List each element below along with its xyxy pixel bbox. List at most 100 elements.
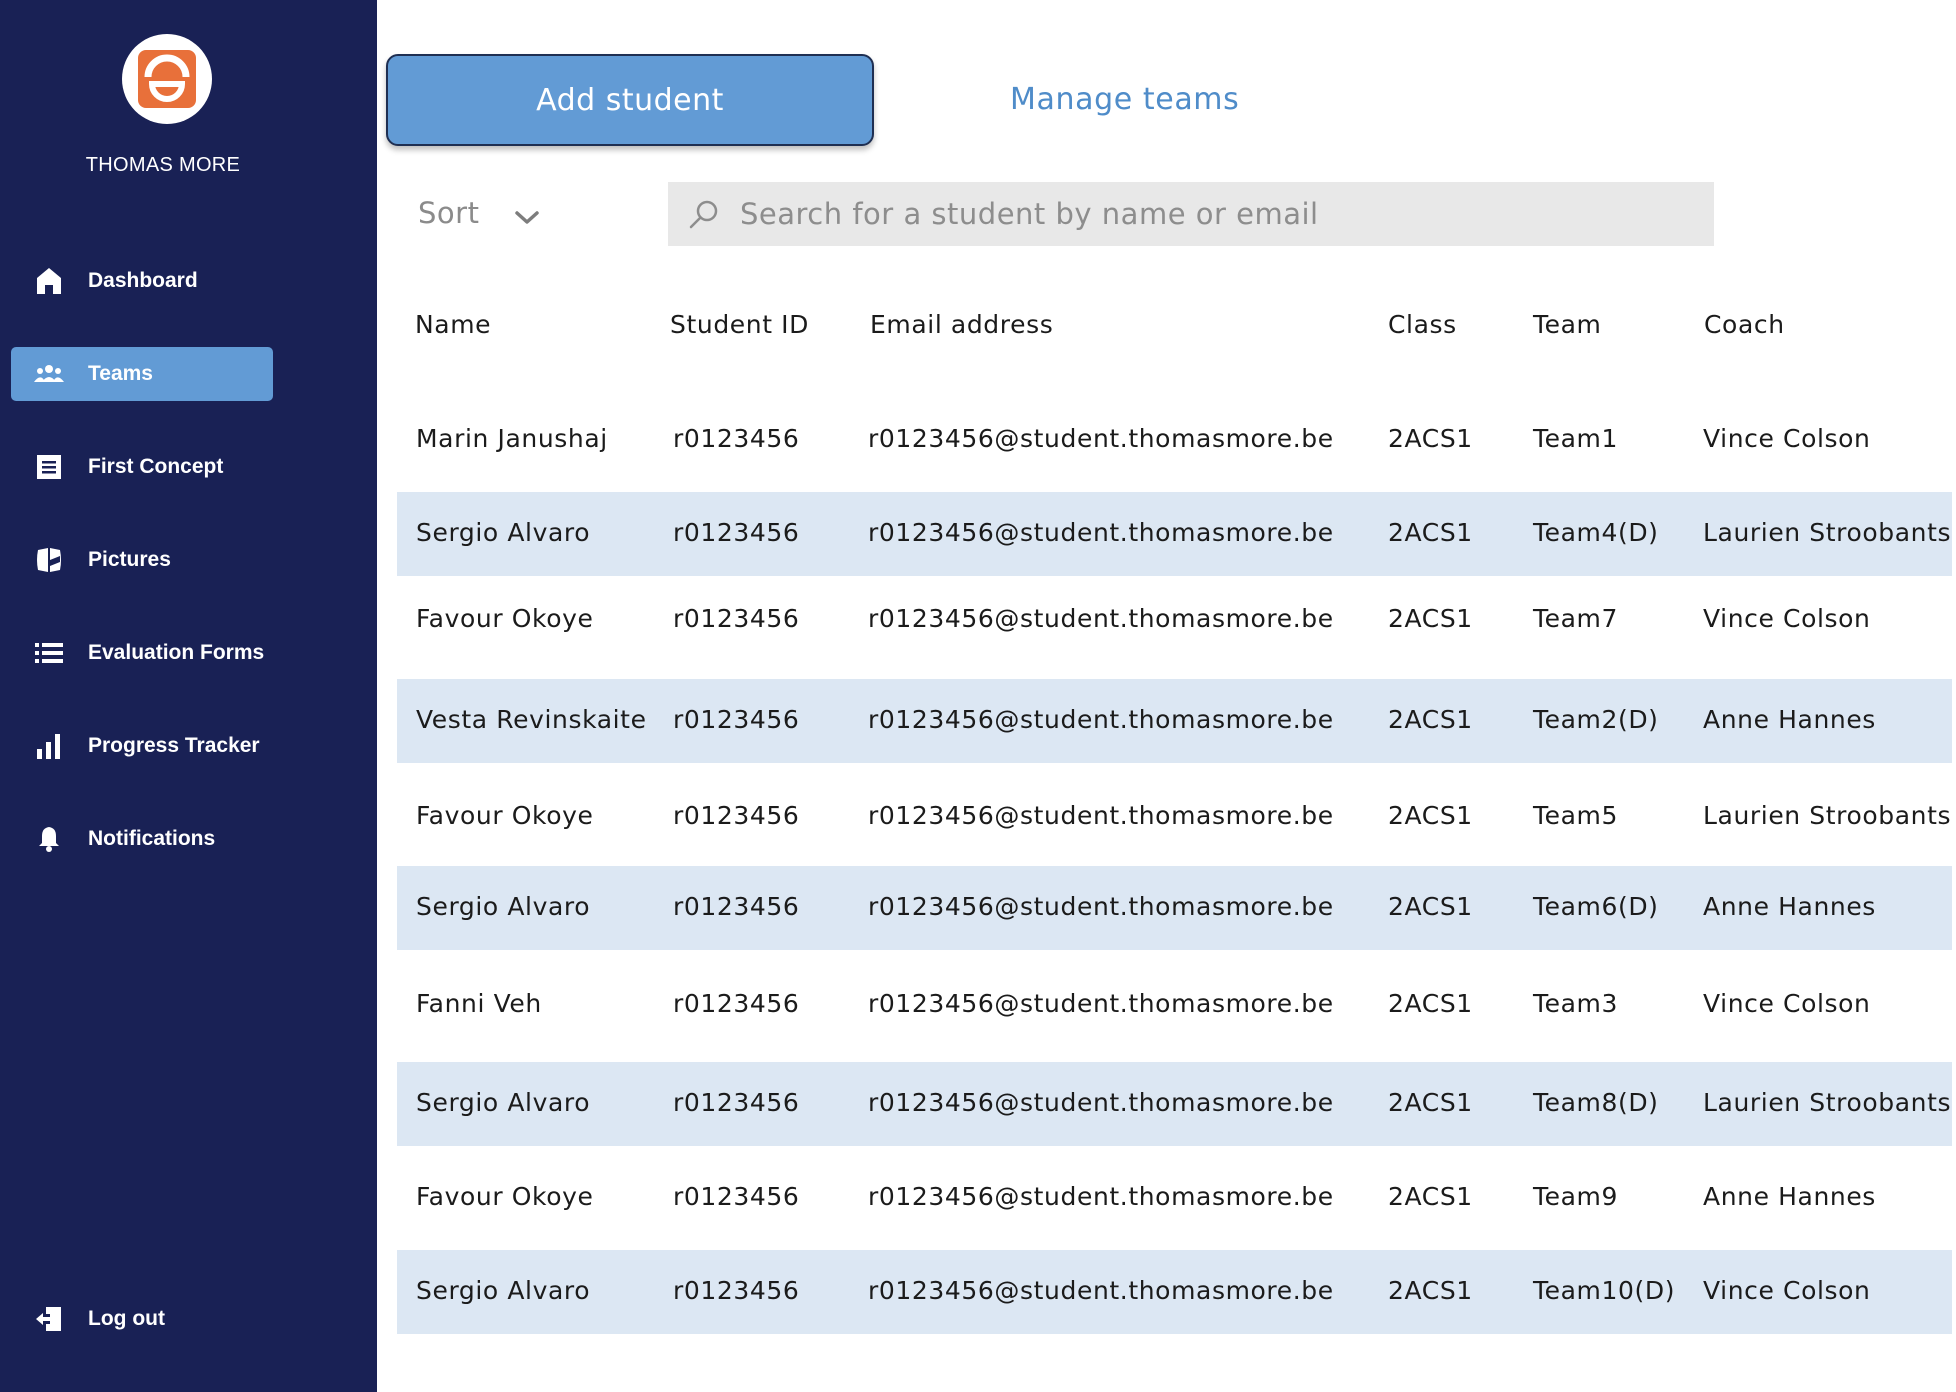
cell-email: r0123456@student.thomasmore.be [868,989,1334,1018]
cell-email: r0123456@student.thomasmore.be [868,424,1334,453]
cell-coach: Vince Colson [1703,1276,1871,1305]
sidebar-item-label: Progress Tracker [88,734,260,757]
logout-icon [34,1304,64,1334]
cell-name: Sergio Alvaro [416,1276,591,1305]
cell-name: Marin Janushaj [416,424,608,453]
column-header-class[interactable]: Class [1388,310,1457,339]
cell-team: Team8(D) [1533,1088,1659,1117]
cell-name: Sergio Alvaro [416,518,591,547]
thomas-more-logo [122,34,212,124]
sidebar-item-label: Dashboard [88,269,198,292]
search-input[interactable] [740,197,1640,231]
cell-team: Team9 [1533,1182,1618,1211]
cell-student-id: r0123456 [673,705,800,734]
sidebar-item-label: Teams [88,362,153,385]
cell-coach: Anne Hannes [1703,705,1876,734]
cell-student-id: r0123456 [673,1088,800,1117]
column-header-email[interactable]: Email address [870,310,1053,339]
home-icon [34,266,64,296]
cell-student-id: r0123456 [673,518,800,547]
cell-student-id: r0123456 [673,989,800,1018]
sidebar-item-label: Evaluation Forms [88,641,265,664]
cell-student-id: r0123456 [673,604,800,633]
pictures-icon [34,545,64,575]
cell-email: r0123456@student.thomasmore.be [868,892,1334,921]
sidebar-item-dashboard[interactable]: Dashboard [11,254,273,308]
cell-name: Vesta Revinskaite [416,705,647,734]
cell-student-id: r0123456 [673,1182,800,1211]
sidebar-item-notifications[interactable]: Notifications [11,812,273,866]
column-header-student-id[interactable]: Student ID [670,310,809,339]
cell-class: 2ACS1 [1388,705,1473,734]
sidebar-item-pictures[interactable]: Pictures [11,533,273,587]
cell-class: 2ACS1 [1388,1088,1473,1117]
column-header-name[interactable]: Name [415,310,491,339]
cell-email: r0123456@student.thomasmore.be [868,604,1334,633]
sort-dropdown[interactable]: Sort [418,194,540,232]
cell-class: 2ACS1 [1388,518,1473,547]
add-student-button[interactable]: Add student [386,54,874,146]
sort-label: Sort [418,196,480,230]
cell-team: Team2(D) [1533,705,1659,734]
logout-label: Log out [88,1307,165,1330]
cell-team: Team5 [1533,801,1618,830]
sidebar-item-label: Notifications [88,827,216,850]
cell-student-id: r0123456 [673,1276,800,1305]
cell-coach: Vince Colson [1703,604,1871,633]
cell-team: Team4(D) [1533,518,1659,547]
cell-class: 2ACS1 [1388,1276,1473,1305]
cell-student-id: r0123456 [673,801,800,830]
cell-name: Fanni Veh [416,989,542,1018]
sidebar-item-label: First Concept [88,455,224,478]
cell-coach: Laurien Stroobants [1703,801,1952,830]
cell-team: Team3 [1533,989,1618,1018]
cell-class: 2ACS1 [1388,989,1473,1018]
document-icon [34,452,64,482]
cell-name: Favour Okoye [416,1182,594,1211]
cell-coach: Vince Colson [1703,989,1871,1018]
cell-name: Sergio Alvaro [416,1088,591,1117]
cell-team: Team7 [1533,604,1618,633]
list-icon [34,638,64,668]
cell-coach: Anne Hannes [1703,1182,1876,1211]
search-bar [668,182,1714,246]
sidebar-item-label: Pictures [88,548,171,571]
cell-name: Favour Okoye [416,604,594,633]
cell-class: 2ACS1 [1388,424,1473,453]
cell-team: Team6(D) [1533,892,1659,921]
search-icon [688,198,720,230]
cell-class: 2ACS1 [1388,604,1473,633]
cell-name: Sergio Alvaro [416,892,591,921]
logout-button[interactable]: Log out [11,1292,273,1346]
sidebar-item-first-concept[interactable]: First Concept [11,440,273,494]
cell-student-id: r0123456 [673,892,800,921]
cell-student-id: r0123456 [673,424,800,453]
sidebar: THOMAS MORE Dashboard Teams First Concep… [0,0,377,1392]
manage-teams-link[interactable]: Manage teams [1010,82,1239,117]
cell-class: 2ACS1 [1388,801,1473,830]
people-icon [34,359,64,389]
cell-email: r0123456@student.thomasmore.be [868,518,1334,547]
cell-class: 2ACS1 [1388,892,1473,921]
chevron-down-icon [515,198,540,232]
sidebar-item-evaluation-forms[interactable]: Evaluation Forms [11,626,273,680]
brand-name: THOMAS MORE [85,154,241,176]
sidebar-item-progress-tracker[interactable]: Progress Tracker [11,719,273,773]
cell-email: r0123456@student.thomasmore.be [868,1088,1334,1117]
cell-team: Team10(D) [1533,1276,1676,1305]
cell-email: r0123456@student.thomasmore.be [868,1182,1334,1211]
column-header-team[interactable]: Team [1533,310,1601,339]
cell-coach: Anne Hannes [1703,892,1876,921]
cell-email: r0123456@student.thomasmore.be [868,1276,1334,1305]
cell-team: Team1 [1533,424,1618,453]
cell-email: r0123456@student.thomasmore.be [868,705,1334,734]
bell-icon [34,824,64,854]
sidebar-item-teams[interactable]: Teams [11,347,273,401]
cell-coach: Vince Colson [1703,424,1871,453]
cell-email: r0123456@student.thomasmore.be [868,801,1334,830]
column-header-coach[interactable]: Coach [1704,310,1785,339]
cell-coach: Laurien Stroobants [1703,1088,1952,1117]
bar-chart-icon [34,731,64,761]
cell-coach: Laurien Stroobants [1703,518,1952,547]
cell-name: Favour Okoye [416,801,594,830]
